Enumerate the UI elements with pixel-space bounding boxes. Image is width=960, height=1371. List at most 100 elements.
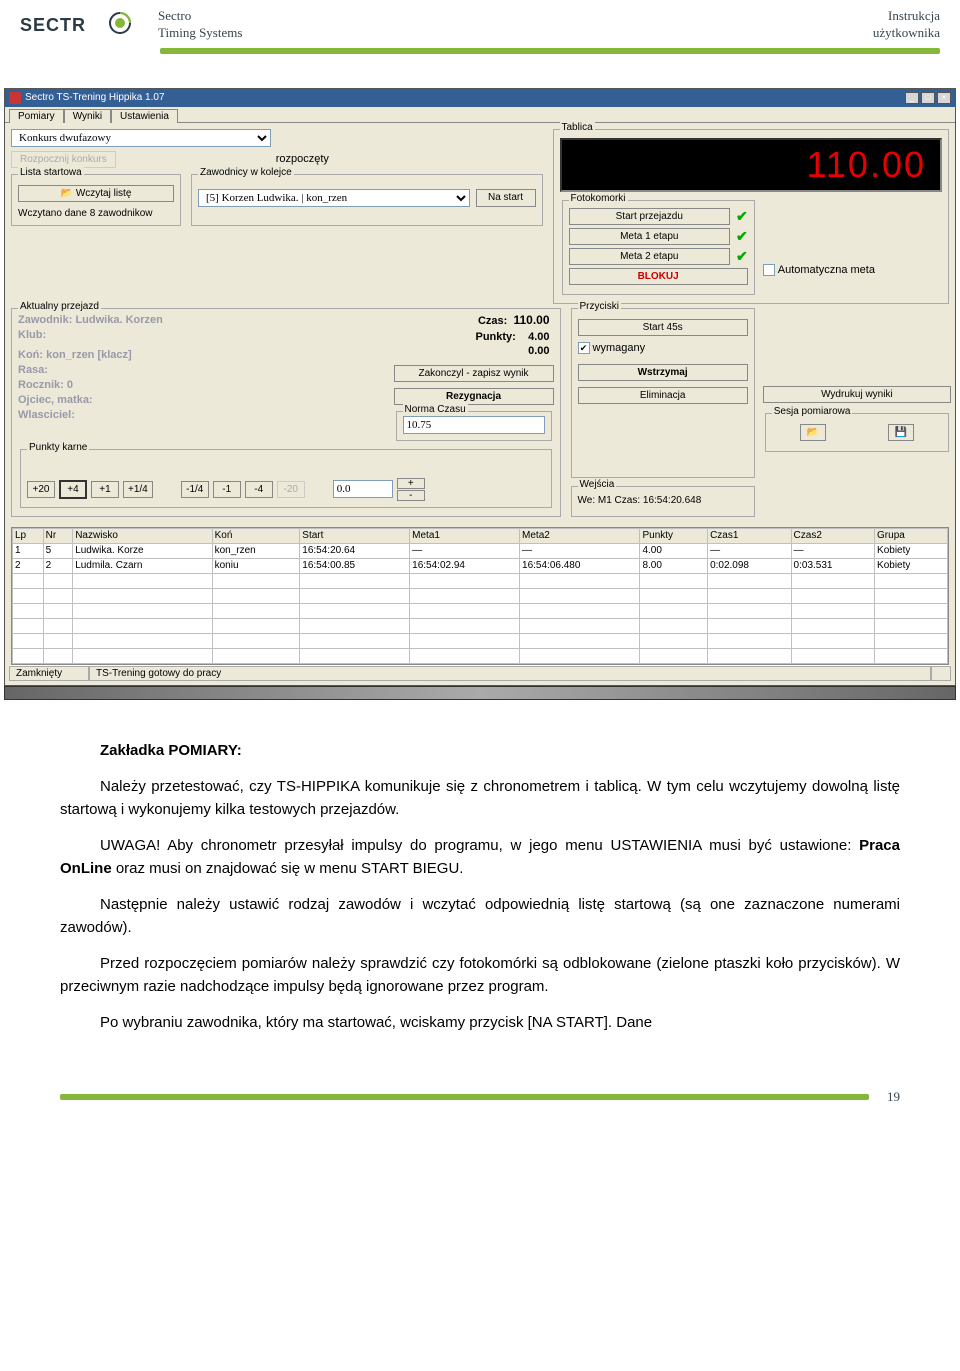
penalty-minus4[interactable]: -4 bbox=[245, 481, 273, 498]
norma-input[interactable] bbox=[403, 416, 545, 434]
konkurs-select[interactable]: Konkurs dwufazowy bbox=[11, 129, 271, 147]
table-header: Grupa bbox=[875, 528, 948, 543]
sesja-save-button[interactable]: 💾 bbox=[888, 424, 914, 441]
automatyczna-meta-checkbox[interactable]: Automatyczna meta bbox=[763, 264, 875, 276]
table-header: Koń bbox=[212, 528, 300, 543]
kolejka-legend: Zawodnicy w kolejce bbox=[198, 167, 294, 178]
wejscia-text: We: M1 Czas: 16:54:20.648 bbox=[578, 491, 748, 510]
table-header: Czas1 bbox=[708, 528, 791, 543]
check-icon: ✔ bbox=[736, 248, 748, 265]
penalty-plus1[interactable]: +1 bbox=[91, 481, 119, 498]
status-left: Zamknięty bbox=[9, 666, 89, 681]
wstrzymaj-button[interactable]: Wstrzymaj bbox=[578, 364, 748, 381]
meta2-button[interactable]: Meta 2 etapu bbox=[569, 248, 731, 265]
fotokomorki-legend: Fotokomorki bbox=[569, 193, 628, 204]
zawodnik-select[interactable]: [5] Korzen Ludwika. | kon_rzen bbox=[198, 189, 470, 207]
table-header: Meta2 bbox=[520, 528, 640, 543]
table-header: Nr bbox=[43, 528, 73, 543]
przyciski-legend: Przyciski bbox=[578, 301, 621, 312]
tab-ustawienia[interactable]: Ustawienia bbox=[111, 109, 178, 123]
start-przejazdu-button[interactable]: Start przejazdu bbox=[569, 208, 731, 225]
main-tabs: Pomiary Wyniki Ustawienia bbox=[5, 107, 955, 123]
penalty-plus20[interactable]: +20 bbox=[27, 481, 55, 498]
table-row bbox=[13, 588, 948, 603]
zakonczyl-button[interactable]: Zakonczyl - zapisz wynik bbox=[394, 365, 554, 382]
karne-legend: Punkty karne bbox=[27, 442, 89, 453]
loaded-message: Wczytano dane 8 zawodnikow bbox=[18, 208, 174, 219]
paragraph-5: Po wybraniu zawodnika, który ma startowa… bbox=[60, 1012, 900, 1035]
doc-type-lower: użytkownika bbox=[873, 25, 940, 42]
table-row bbox=[13, 633, 948, 648]
desktop-strip bbox=[4, 686, 956, 700]
konkurs-status: rozpoczęty bbox=[276, 153, 329, 165]
czas-display: Czas: 110.00 bbox=[398, 313, 550, 327]
paragraph-4: Przed rozpoczęciem pomiarów należy spraw… bbox=[60, 953, 900, 998]
page-number: 19 bbox=[887, 1089, 900, 1105]
tab-pomiary[interactable]: Pomiary bbox=[9, 109, 64, 123]
sesja-legend: Sesja pomiarowa bbox=[772, 406, 853, 417]
sesja-open-button[interactable]: 📂 bbox=[800, 424, 826, 441]
aktualny-legend: Aktualny przejazd bbox=[18, 301, 101, 312]
aktualny-info: Zawodnik: Ludwika. Korzen Klub: Koń: kon… bbox=[18, 313, 388, 443]
penalty-minus20[interactable]: -20 bbox=[277, 481, 305, 498]
results-table: LpNrNazwiskoKońStartMeta1Meta2PunktyCzas… bbox=[12, 528, 948, 664]
penalty-plus4[interactable]: +4 bbox=[59, 480, 87, 499]
logo: SECTR bbox=[20, 11, 140, 39]
penalty-inc[interactable]: + bbox=[397, 478, 425, 489]
table-row: 15Ludwika. Korzekon_rzen16:54:20.64——4.0… bbox=[13, 543, 948, 558]
check-icon: ✔ bbox=[736, 208, 748, 225]
header-rule bbox=[160, 48, 940, 54]
footer-rule bbox=[60, 1094, 869, 1100]
table-header: Nazwisko bbox=[73, 528, 212, 543]
table-row bbox=[13, 618, 948, 633]
table-header: Punkty bbox=[640, 528, 708, 543]
svg-text:SECTR: SECTR bbox=[20, 15, 86, 35]
rezygnacja-button[interactable]: Rezygnacja bbox=[394, 388, 554, 405]
window-title: Sectro TS-Trening Hippika 1.07 bbox=[25, 92, 165, 103]
table-row bbox=[13, 648, 948, 663]
wczytaj-liste-button[interactable]: 📂 Wczytaj listę bbox=[18, 185, 174, 202]
na-start-button[interactable]: Na start bbox=[476, 189, 536, 207]
table-header: Lp bbox=[13, 528, 44, 543]
app-window: Sectro TS-Trening Hippika 1.07 _ □ × Pom… bbox=[4, 88, 956, 686]
punkty-display: Punkty: 4.00 bbox=[398, 331, 550, 343]
titlebar: Sectro TS-Trening Hippika 1.07 _ □ × bbox=[5, 89, 955, 107]
close-button[interactable]: × bbox=[937, 92, 951, 104]
eliminacja-button[interactable]: Eliminacja bbox=[578, 387, 748, 404]
header-right: Instrukcja użytkownika bbox=[873, 8, 940, 42]
tablica-legend: Tablica bbox=[560, 122, 595, 133]
lista-startowa-legend: Lista startowa bbox=[18, 167, 84, 178]
paragraph-1: Należy przetestować, czy TS-HIPPIKA komu… bbox=[60, 776, 900, 821]
minimize-button[interactable]: _ bbox=[905, 92, 919, 104]
start45-button[interactable]: Start 45s bbox=[578, 319, 748, 336]
penalty-minus-quarter[interactable]: -1/4 bbox=[181, 481, 209, 498]
document-body: Zakładka POMIARY: Należy przetestować, c… bbox=[0, 720, 960, 1089]
maximize-button[interactable]: □ bbox=[921, 92, 935, 104]
table-header: Meta1 bbox=[410, 528, 520, 543]
status-right: TS-Trening gotowy do pracy bbox=[89, 666, 931, 681]
table-row bbox=[13, 603, 948, 618]
wymagany-checkbox[interactable]: ✔wymagany bbox=[578, 342, 646, 354]
display-board: 110.00 bbox=[560, 138, 943, 192]
brand-name: Sectro bbox=[158, 8, 242, 25]
table-header: Czas2 bbox=[791, 528, 874, 543]
wejscia-legend: Wejścia bbox=[578, 479, 617, 490]
rozpocznij-konkurs-button[interactable]: Rozpocznij konkurs bbox=[11, 151, 116, 168]
section-heading: Zakładka POMIARY: bbox=[60, 740, 900, 763]
meta1-button[interactable]: Meta 1 etapu bbox=[569, 228, 731, 245]
penalty-plus-quarter[interactable]: +1/4 bbox=[123, 481, 153, 498]
punkty2-display: 0.00 bbox=[398, 345, 550, 357]
app-icon bbox=[9, 92, 21, 104]
penalty-value-input[interactable] bbox=[333, 480, 393, 498]
statusbar: Zamknięty TS-Trening gotowy do pracy bbox=[9, 665, 951, 681]
wydrukuj-button[interactable]: Wydrukuj wyniki bbox=[763, 386, 951, 403]
penalty-dec[interactable]: - bbox=[397, 490, 425, 501]
paragraph-2: UWAGA! Aby chronometr przesyłał impulsy … bbox=[60, 835, 900, 880]
table-row bbox=[13, 573, 948, 588]
brand-subtitle: Timing Systems bbox=[158, 25, 242, 42]
penalty-minus1[interactable]: -1 bbox=[213, 481, 241, 498]
doc-type-upper: Instrukcja bbox=[873, 8, 940, 25]
blokuj-button[interactable]: BLOKUJ bbox=[569, 268, 748, 285]
tab-wyniki[interactable]: Wyniki bbox=[64, 109, 111, 123]
norma-legend: Norma Czasu bbox=[403, 404, 468, 415]
